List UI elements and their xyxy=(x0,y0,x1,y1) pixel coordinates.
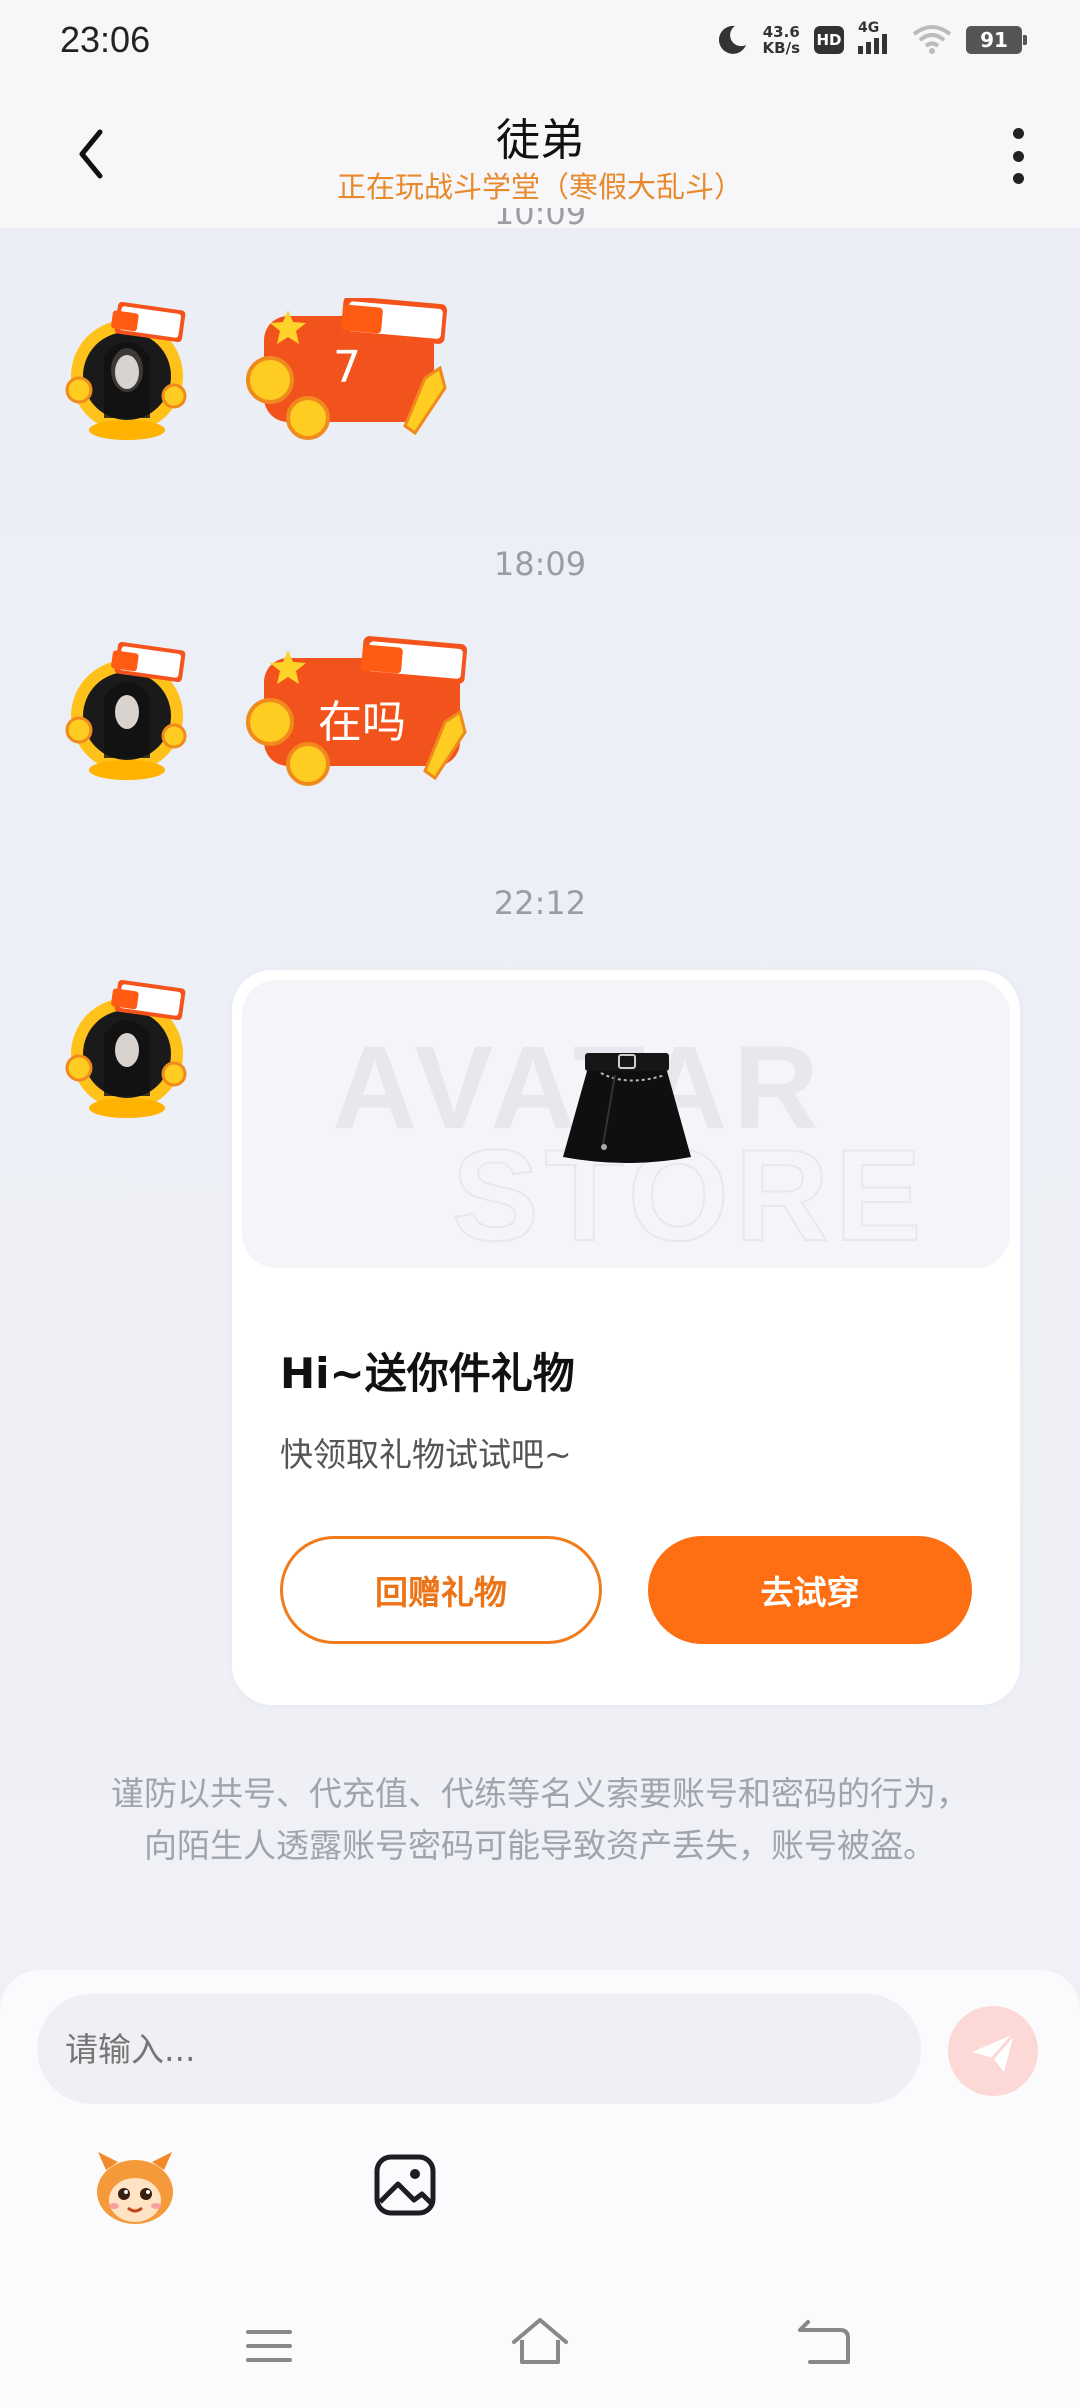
hd-icon: HD xyxy=(814,26,844,54)
back-nav-icon[interactable] xyxy=(796,2318,852,2366)
cellular-signal-icon: 4G xyxy=(858,20,898,54)
message-timestamp: 22:12 xyxy=(493,884,587,922)
moon-icon xyxy=(718,25,746,54)
gift-title: Hi~送你件礼物 xyxy=(280,1349,575,1398)
chat-subtitle[interactable]: 正在玩战斗学堂（寒假大乱斗） xyxy=(0,164,1080,206)
image-picker-icon[interactable] xyxy=(372,2152,438,2218)
more-dot-icon xyxy=(1012,128,1024,139)
gift-card[interactable]: AVATAR STORE Hi~送你件礼物 快领取礼物试试吧~ 回赠礼物 去试穿 xyxy=(232,970,1020,1705)
avatar[interactable] xyxy=(54,978,200,1124)
wifi-icon xyxy=(912,25,952,54)
message-input[interactable] xyxy=(37,1994,921,2104)
network-type: 4G xyxy=(858,20,880,36)
send-button[interactable] xyxy=(948,2006,1038,2096)
return-gift-button[interactable]: 回赠礼物 xyxy=(280,1536,602,1644)
emoji-mascot-icon[interactable] xyxy=(92,2148,178,2228)
skirt-item-image xyxy=(563,1053,691,1163)
chat-header: 徒弟 正在玩战斗学堂（寒假大乱斗） xyxy=(0,80,1080,228)
sticker-message[interactable]: 在吗 xyxy=(240,636,480,796)
try-on-button[interactable]: 去试穿 xyxy=(648,1536,972,1644)
more-dot-icon xyxy=(1012,150,1024,162)
gift-description: 快领取礼物试试吧~ xyxy=(280,1435,572,1474)
timestamp-text: 10:09 xyxy=(493,208,587,228)
security-warning: 谨防以共号、代充值、代练等名义索要账号和密码的行为，向陌生人透露账号密码可能导致… xyxy=(111,1774,969,1865)
sticker-message[interactable]: 7 xyxy=(240,298,460,448)
more-options-button[interactable] xyxy=(1006,128,1030,184)
status-bar: 23:06 43.6 KB/s HD 4G 91 xyxy=(0,0,1080,80)
more-dot-icon xyxy=(1012,173,1024,184)
status-time: 23:06 xyxy=(60,19,151,60)
net-speed-unit: KB/s xyxy=(762,39,800,57)
gift-banner: AVATAR STORE xyxy=(242,980,1010,1268)
battery-icon: 91 xyxy=(966,26,1027,54)
net-speed: 43.6 KB/s xyxy=(763,24,800,56)
net-speed-value: 43.6 xyxy=(762,23,800,41)
avatar[interactable] xyxy=(54,300,200,446)
send-icon xyxy=(972,2033,1016,2072)
sticker-text: 7 xyxy=(333,342,361,393)
avatar[interactable] xyxy=(54,640,200,786)
message-timestamp: 10:09 xyxy=(0,208,1080,228)
sticker-text: 在吗 xyxy=(318,697,406,748)
menu-icon[interactable] xyxy=(244,2326,294,2366)
message-timestamp: 18:09 xyxy=(493,545,587,583)
status-icons: 43.6 KB/s HD 4G 91 xyxy=(715,20,1027,57)
home-icon[interactable] xyxy=(510,2316,570,2366)
chat-title: 徒弟 xyxy=(496,115,584,166)
